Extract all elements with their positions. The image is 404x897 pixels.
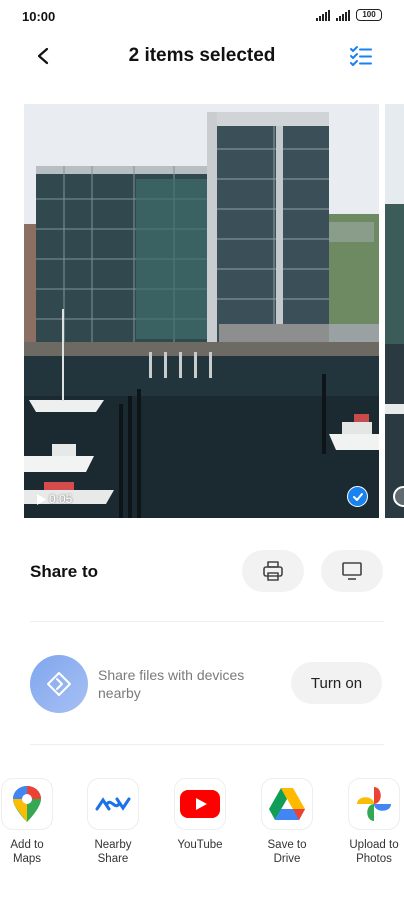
back-button[interactable] bbox=[30, 42, 58, 70]
selected-checkmark[interactable] bbox=[347, 486, 368, 507]
selected-media-gallery[interactable]: 0:05 bbox=[24, 104, 404, 518]
app-label: Upload to Photos bbox=[349, 839, 399, 865]
back-arrow-icon bbox=[37, 47, 49, 65]
app-save-to-drive[interactable]: Save to Drive bbox=[247, 778, 327, 866]
next-thumbnail[interactable] bbox=[385, 104, 404, 518]
share-to-row: Share to bbox=[0, 550, 404, 594]
printer-icon bbox=[263, 561, 283, 581]
app-upload-to-photos[interactable]: Upload to Photos bbox=[334, 778, 404, 866]
nearby-share-icon bbox=[87, 778, 139, 830]
page-title: 2 items selected bbox=[128, 45, 276, 66]
google-drive-icon bbox=[261, 778, 313, 830]
app-label: Nearby Share bbox=[94, 839, 132, 865]
top-bar: 2 items selected bbox=[0, 34, 404, 78]
harbor-buildings-image bbox=[24, 104, 379, 518]
print-button[interactable] bbox=[242, 550, 304, 592]
app-add-to-maps[interactable]: Add to Maps bbox=[0, 778, 67, 866]
google-photos-icon bbox=[348, 778, 400, 830]
signal-icon bbox=[316, 9, 330, 21]
checklist-icon bbox=[350, 46, 372, 66]
select-all-button[interactable] bbox=[348, 43, 374, 69]
turn-on-button[interactable]: Turn on bbox=[291, 662, 382, 704]
share-apps-row: Add to Maps Nearby Share YouTube Save to… bbox=[0, 778, 404, 888]
duration-text: 0:05 bbox=[49, 492, 73, 506]
play-icon bbox=[37, 493, 46, 505]
cast-screen-button[interactable] bbox=[321, 550, 383, 592]
app-label: Save to Drive bbox=[267, 839, 307, 865]
video-thumbnail[interactable]: 0:05 bbox=[24, 104, 379, 518]
share-to-title: Share to bbox=[30, 562, 99, 581]
divider bbox=[30, 621, 384, 622]
google-maps-icon bbox=[1, 778, 53, 830]
nearby-share-badge-icon bbox=[30, 655, 88, 713]
monitor-icon bbox=[342, 562, 362, 580]
next-photo-image bbox=[385, 104, 404, 518]
nearby-share-row: Share files with devices nearby Turn on bbox=[0, 654, 404, 714]
nearby-share-description: Share files with devices nearby bbox=[98, 667, 245, 701]
video-duration: 0:05 bbox=[36, 492, 72, 506]
signal-icon-2 bbox=[336, 9, 350, 21]
app-nearby-share[interactable]: Nearby Share bbox=[73, 778, 153, 866]
app-label: YouTube bbox=[177, 839, 223, 851]
divider-2 bbox=[30, 744, 384, 745]
youtube-icon bbox=[174, 778, 226, 830]
checkmark-icon bbox=[352, 492, 363, 501]
app-label: Add to Maps bbox=[10, 839, 44, 865]
battery-icon: 100 bbox=[356, 9, 382, 21]
status-icons: 100 bbox=[316, 9, 382, 21]
status-bar: 10:00 100 bbox=[0, 0, 404, 34]
nearby-diamond-icon bbox=[47, 672, 71, 696]
status-time: 10:00 bbox=[22, 9, 56, 24]
app-youtube[interactable]: YouTube bbox=[160, 778, 240, 853]
